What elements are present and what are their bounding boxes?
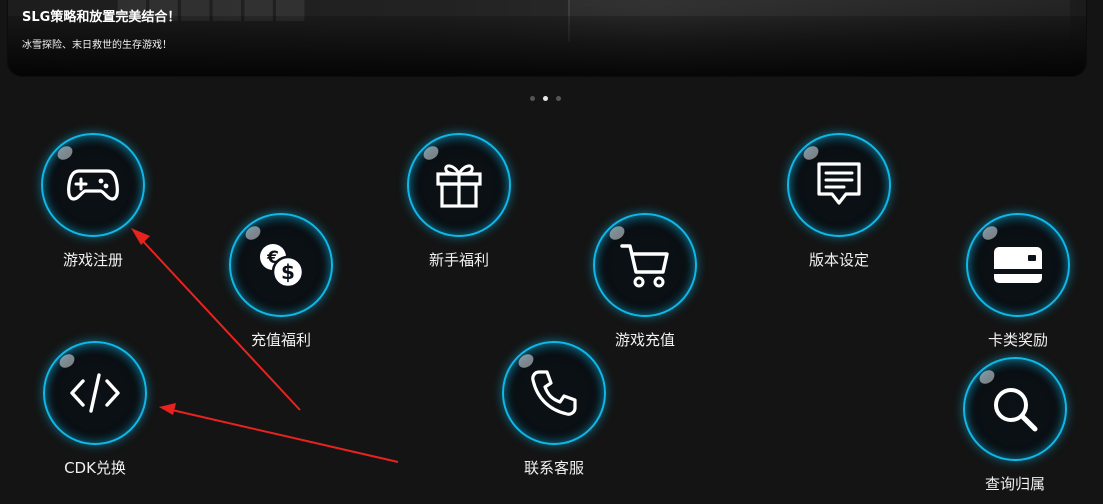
annotation-arrows	[131, 228, 399, 463]
arrow-to-game-register	[131, 228, 301, 411]
arrow-to-cdk-redeem	[159, 403, 399, 463]
